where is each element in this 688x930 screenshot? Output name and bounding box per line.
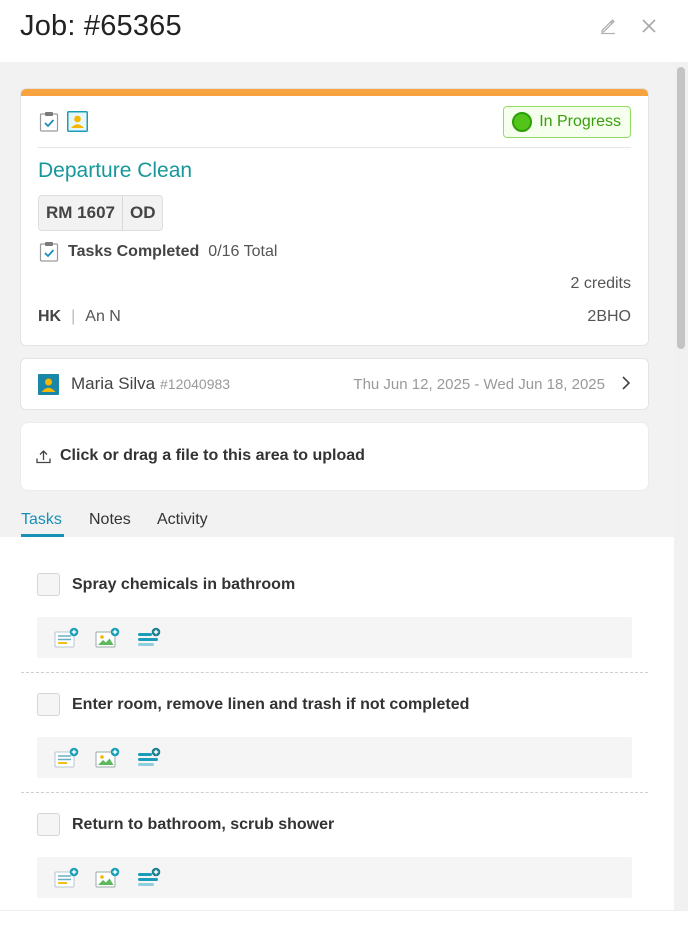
task-checkbox[interactable] bbox=[37, 573, 60, 596]
file-upload-dropzone[interactable]: Click or drag a file to this area to upl… bbox=[20, 422, 649, 491]
detail-tabs: Tasks Notes Activity bbox=[0, 503, 674, 537]
tasks-completed-value: 0/16 Total bbox=[208, 242, 278, 260]
job-type-icons bbox=[38, 111, 88, 132]
task-separator bbox=[21, 672, 648, 673]
add-subtask-icon[interactable] bbox=[135, 866, 163, 890]
credits: 2 credits bbox=[570, 275, 631, 292]
assignee-name: An N bbox=[85, 308, 121, 325]
add-note-icon[interactable] bbox=[53, 746, 81, 770]
status-accent-bar bbox=[21, 89, 648, 96]
task-name: Spray chemicals in bathroom bbox=[72, 576, 296, 593]
separator: | bbox=[71, 308, 76, 325]
task-actions bbox=[37, 737, 632, 778]
guest-id: #12040983 bbox=[160, 376, 231, 392]
assignment-line: HK | An N bbox=[38, 308, 121, 326]
tasks-list: Spray chemicals in bathroom Enter room, … bbox=[0, 537, 674, 910]
card-divider bbox=[38, 147, 631, 148]
status-badge[interactable]: In Progress bbox=[503, 106, 631, 138]
chevron-right-icon bbox=[621, 375, 631, 396]
service-name: Departure Clean bbox=[38, 159, 193, 182]
add-note-icon[interactable] bbox=[53, 626, 81, 650]
task-actions bbox=[37, 857, 632, 898]
job-card: In Progress Departure Clean RM 1607 OD T… bbox=[20, 88, 649, 346]
close-icon bbox=[641, 18, 657, 39]
add-note-icon[interactable] bbox=[53, 866, 81, 890]
upload-icon bbox=[36, 449, 51, 469]
vertical-scrollbar[interactable] bbox=[674, 62, 688, 910]
clipboard-check-icon bbox=[38, 241, 59, 262]
close-button[interactable] bbox=[637, 16, 661, 40]
task-separator bbox=[21, 792, 648, 793]
tasks-summary: Tasks Completed 0/16 Total bbox=[38, 241, 277, 262]
tab-activity[interactable]: Activity bbox=[157, 511, 208, 529]
task-name: Return to bathroom, scrub shower bbox=[72, 816, 335, 833]
guest-profile-icon bbox=[67, 111, 88, 132]
job-details-scroll[interactable]: In Progress Departure Clean RM 1607 OD T… bbox=[0, 62, 674, 910]
room-status: OD bbox=[121, 196, 163, 230]
room-chip: RM 1607 OD bbox=[38, 195, 164, 231]
department: HK bbox=[38, 308, 62, 325]
room-type: 2BHO bbox=[587, 308, 631, 325]
upload-label: Click or drag a file to this area to upl… bbox=[60, 447, 365, 464]
add-photo-icon[interactable] bbox=[94, 746, 122, 770]
room-number: RM 1607 bbox=[46, 203, 115, 222]
task-checkbox[interactable] bbox=[37, 693, 60, 716]
guest-reservation-row[interactable]: Maria Silva #12040983 Thu Jun 12, 2025 -… bbox=[20, 358, 649, 410]
status-dot-icon bbox=[512, 112, 533, 132]
pencil-icon bbox=[599, 17, 617, 40]
tab-tasks[interactable]: Tasks bbox=[21, 511, 62, 529]
add-photo-icon[interactable] bbox=[94, 866, 122, 890]
scrollbar-thumb[interactable] bbox=[677, 67, 685, 349]
clipboard-check-icon bbox=[38, 111, 59, 132]
tasks-completed-label: Tasks Completed bbox=[68, 242, 200, 260]
add-subtask-icon[interactable] bbox=[135, 626, 163, 650]
task-name: Enter room, remove linen and trash if no… bbox=[72, 696, 470, 713]
edit-button[interactable] bbox=[596, 16, 620, 40]
panel-header: Job: #65365 bbox=[0, 0, 688, 62]
guest-avatar-icon bbox=[38, 374, 59, 395]
stay-dates: Thu Jun 12, 2025 - Wed Jun 18, 2025 bbox=[353, 376, 605, 393]
task-actions bbox=[37, 617, 632, 658]
status-label: In Progress bbox=[539, 113, 621, 130]
add-photo-icon[interactable] bbox=[94, 626, 122, 650]
add-subtask-icon[interactable] bbox=[135, 746, 163, 770]
panel-footer bbox=[0, 910, 688, 930]
guest-name: Maria Silva bbox=[71, 374, 156, 393]
task-checkbox[interactable] bbox=[37, 813, 60, 836]
job-title: Job: #65365 bbox=[20, 10, 182, 42]
tab-notes[interactable]: Notes bbox=[89, 511, 131, 529]
